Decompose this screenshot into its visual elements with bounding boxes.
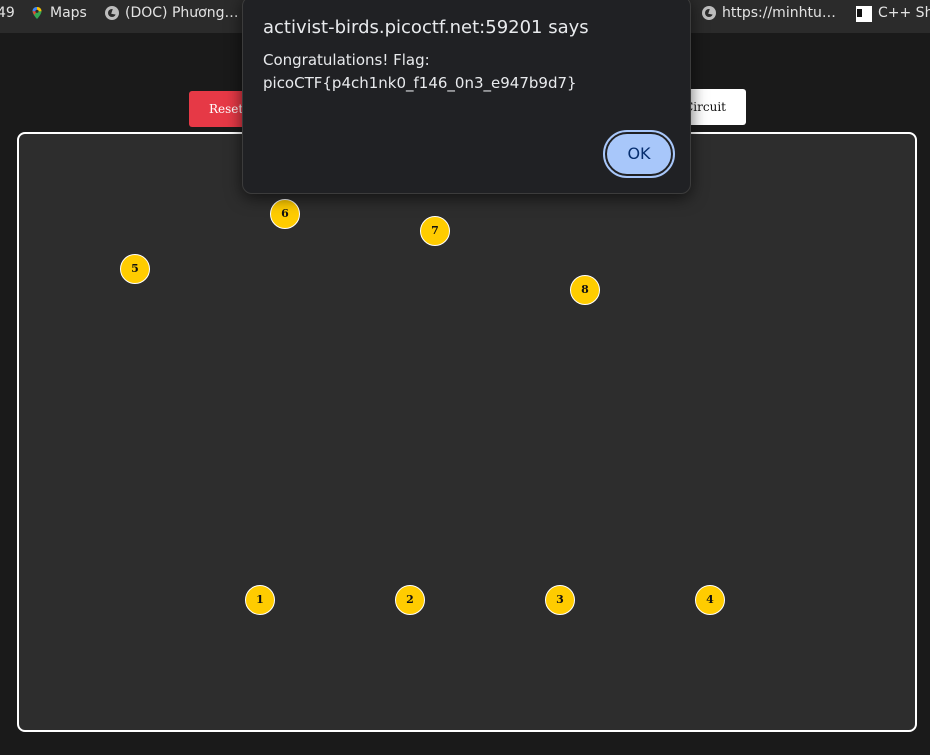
bookmark-doc[interactable]: (DOC) Phương… <box>105 4 238 22</box>
sheet-icon <box>856 5 872 22</box>
bookmark-maps[interactable]: Maps <box>30 4 87 22</box>
bookmark-label: C++ She <box>878 5 930 21</box>
node-3[interactable]: 3 <box>545 585 575 615</box>
bookmark-cpp-sheet[interactable]: C++ She <box>856 4 930 22</box>
node-2[interactable]: 2 <box>395 585 425 615</box>
node-5[interactable]: 5 <box>120 254 150 284</box>
node-6[interactable]: 6 <box>270 199 300 229</box>
globe-icon <box>105 6 119 20</box>
bookmark-label: 49 <box>0 5 15 21</box>
bookmark-label: (DOC) Phương… <box>125 5 239 21</box>
node-1[interactable]: 1 <box>245 585 275 615</box>
bookmark-minhtu[interactable]: https://minhtu… <box>702 4 836 22</box>
bookmark-label: Maps <box>50 5 87 21</box>
dialog-title: activist-birds.picoctf.net:59201 says <box>263 17 589 38</box>
dialog-message-line: Congratulations! Flag: <box>263 51 430 69</box>
dialog-message: Congratulations! Flag: picoCTF{p4ch1nk0_… <box>263 49 673 95</box>
bookmark-item-1[interactable]: 49 <box>0 4 15 22</box>
node-8[interactable]: 8 <box>570 275 600 305</box>
maps-pin-icon <box>30 6 44 20</box>
alert-dialog: activist-birds.picoctf.net:59201 says Co… <box>242 0 691 194</box>
ok-button[interactable]: OK <box>603 130 675 178</box>
node-7[interactable]: 7 <box>420 216 450 246</box>
flag-text: picoCTF{p4ch1nk0_f146_0n3_e947b9d7} <box>263 74 577 92</box>
node-4[interactable]: 4 <box>695 585 725 615</box>
bookmark-label: https://minhtu… <box>722 5 836 21</box>
globe-icon <box>702 6 716 20</box>
circuit-board[interactable]: 1 2 3 4 5 6 7 8 <box>17 132 917 732</box>
